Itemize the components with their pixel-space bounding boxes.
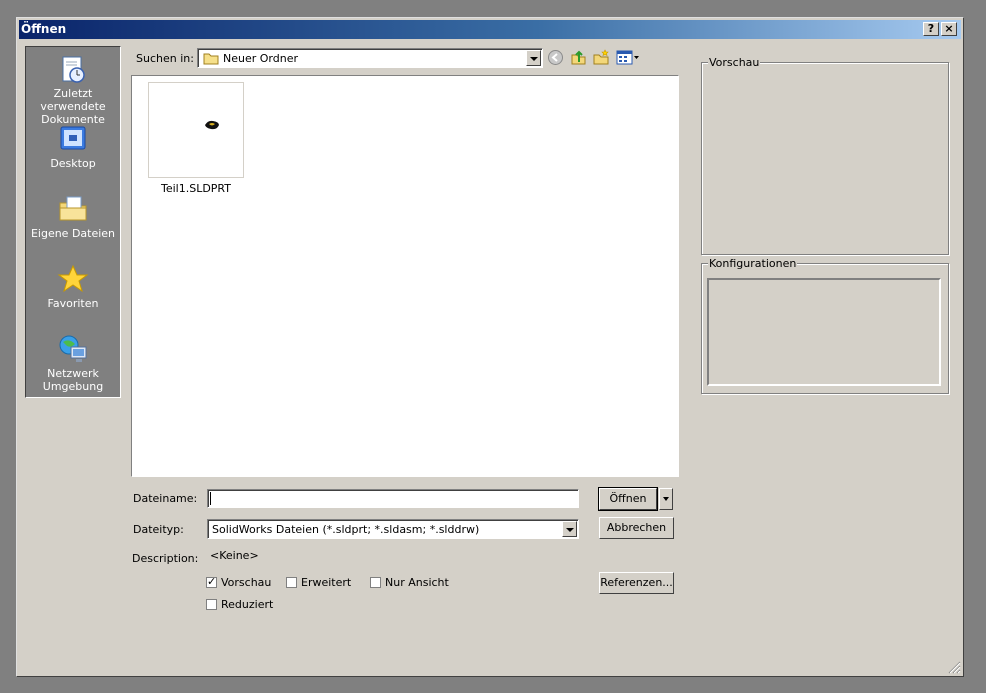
preview-group-label: Vorschau	[708, 56, 761, 69]
readonly-checkbox-label: Nur Ansicht	[385, 576, 449, 589]
configurations-group: Konfigurationen	[701, 257, 949, 394]
place-desktop[interactable]: Desktop	[26, 123, 120, 170]
checkbox-unchecked[interactable]	[370, 577, 381, 588]
open-button[interactable]: Öffnen	[598, 487, 658, 511]
place-network[interactable]: Netzwerk Umgebung	[26, 333, 120, 393]
help-button[interactable]: ?	[923, 22, 939, 36]
text-cursor	[210, 492, 211, 505]
back-icon[interactable]	[547, 49, 564, 66]
place-label: Netzwerk Umgebung	[42, 367, 104, 393]
network-icon	[59, 335, 87, 362]
new-folder-icon[interactable]	[593, 49, 610, 66]
configurations-list[interactable]	[707, 278, 941, 386]
cancel-button[interactable]: Abbrechen	[599, 517, 674, 539]
references-button[interactable]: Referenzen...	[599, 572, 674, 594]
filetype-label: Dateityp:	[133, 523, 184, 536]
desktop-icon	[60, 126, 86, 150]
resize-grip-icon[interactable]	[947, 660, 961, 674]
my-documents-icon	[59, 196, 87, 221]
file-thumbnail[interactable]	[148, 82, 244, 178]
favorites-icon	[57, 264, 89, 293]
checkbox-unchecked[interactable]	[206, 599, 217, 610]
place-label: Zuletzt verwendete Dokumente	[40, 87, 106, 126]
place-label: Eigene Dateien	[30, 227, 116, 240]
look-in-combo[interactable]: Neuer Ordner	[197, 48, 543, 68]
advanced-checkbox[interactable]: Erweitert	[286, 576, 351, 589]
up-folder-icon[interactable]	[570, 49, 587, 66]
preview-group: Vorschau	[701, 56, 949, 255]
filename-label: Dateiname:	[133, 492, 198, 505]
dialog-title: Öffnen	[21, 22, 67, 36]
places-bar: Zuletzt verwendete Dokumente Desktop Eig…	[25, 46, 121, 398]
recent-documents-icon	[62, 56, 85, 83]
place-label: Desktop	[50, 157, 96, 170]
look-in-dropdown-button[interactable]	[526, 50, 541, 66]
place-favorites[interactable]: Favoriten	[26, 263, 120, 310]
filetype-combo[interactable]: SolidWorks Dateien (*.sldprt; *.sldasm; …	[207, 519, 579, 539]
readonly-checkbox[interactable]: Nur Ansicht	[370, 576, 449, 589]
filename-input[interactable]	[207, 489, 579, 508]
place-label: Favoriten	[47, 297, 99, 310]
file-name[interactable]: Teil1.SLDPRT	[148, 182, 244, 195]
preview-checkbox-label: Vorschau	[221, 576, 272, 589]
advanced-checkbox-label: Erweitert	[301, 576, 352, 589]
description-label: Description:	[132, 552, 199, 565]
look-in-value: Neuer Ordner	[223, 52, 298, 65]
preview-checkbox[interactable]: Vorschau	[206, 575, 272, 589]
configurations-group-label: Konfigurationen	[708, 257, 798, 270]
filetype-dropdown-button[interactable]	[562, 521, 577, 537]
place-recent[interactable]: Zuletzt verwendete Dokumente	[26, 53, 120, 126]
look-in-label: Suchen in:	[136, 52, 194, 65]
place-my-documents[interactable]: Eigene Dateien	[26, 193, 120, 240]
chevron-down-icon	[663, 497, 669, 501]
folder-icon	[203, 53, 219, 65]
description-value: <Keine>	[210, 549, 259, 562]
checkbox-unchecked[interactable]	[286, 577, 297, 588]
open-dialog: Öffnen ? × Zuletzt verwendete Dokumente …	[16, 17, 964, 677]
open-dropdown-button[interactable]	[659, 488, 673, 510]
view-menu-icon[interactable]	[616, 49, 640, 66]
part-file-icon	[205, 120, 219, 130]
reduced-checkbox-label: Reduziert	[221, 598, 274, 611]
checkbox-checked[interactable]	[206, 575, 217, 588]
filetype-value: SolidWorks Dateien (*.sldprt; *.sldasm; …	[212, 523, 480, 536]
close-button[interactable]: ×	[941, 22, 957, 36]
title-bar[interactable]: Öffnen ? ×	[19, 20, 961, 39]
reduced-checkbox[interactable]: Reduziert	[206, 598, 273, 611]
file-list[interactable]: Teil1.SLDPRT	[131, 75, 679, 477]
